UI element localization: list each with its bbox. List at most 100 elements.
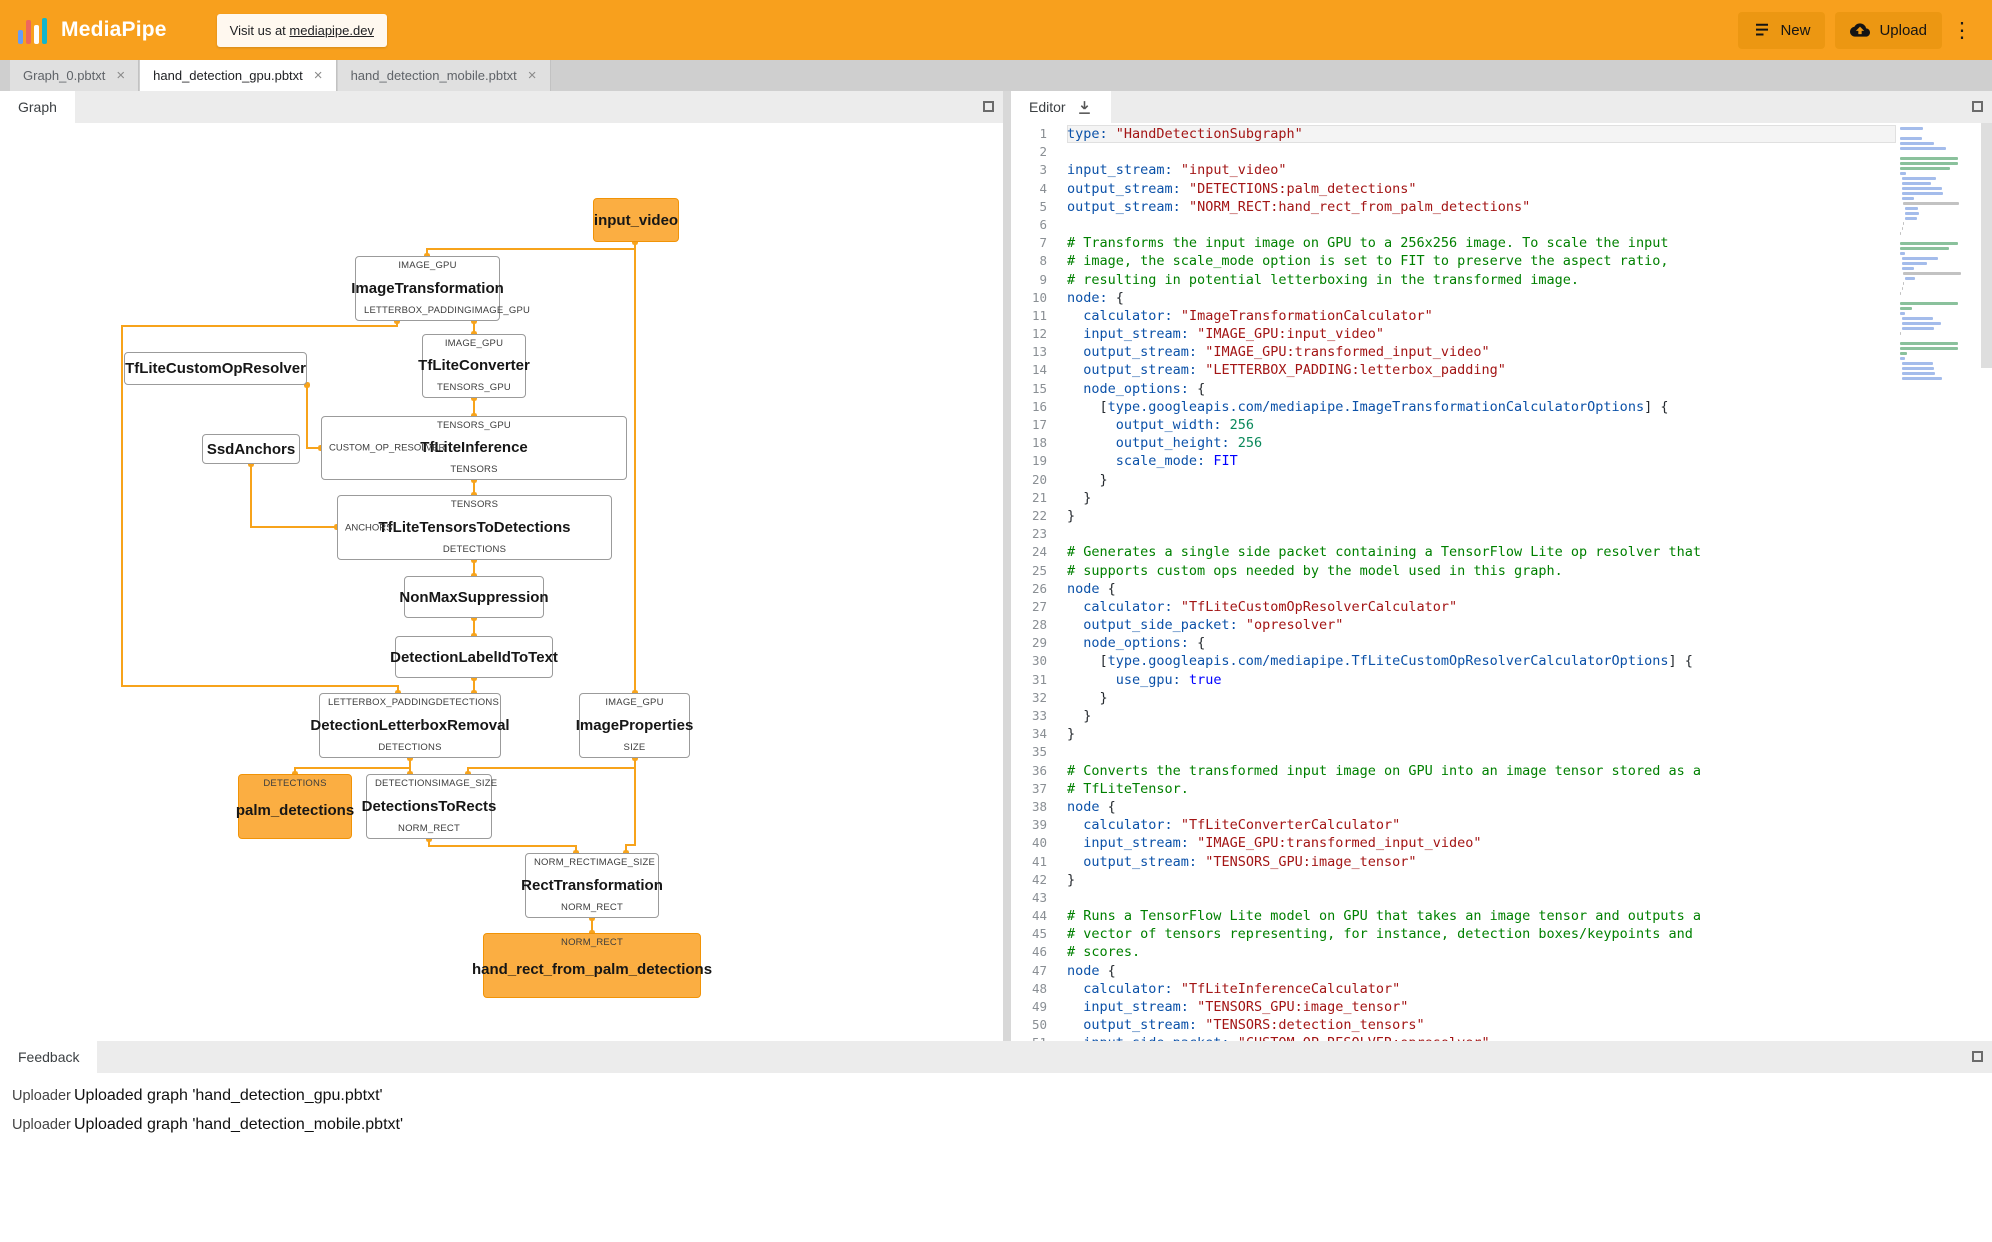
upload-button[interactable]: Upload <box>1835 11 1942 49</box>
code-line-51[interactable]: 51 input_side_packet: "CUSTOM_OP_RESOLVE… <box>1011 1034 1896 1041</box>
code-line-21[interactable]: 21 } <box>1011 489 1896 507</box>
file-tab-hand-detection-gpu[interactable]: hand_detection_gpu.pbtxt × <box>140 60 337 91</box>
code-line-1[interactable]: 1 type: "HandDetectionSubgraph" <box>1011 125 1896 144</box>
file-tab-hand-detection-mobile[interactable]: hand_detection_mobile.pbtxt × <box>337 60 551 91</box>
code-line-41[interactable]: 41 output_stream: "TENSORS_GPU:image_ten… <box>1011 853 1896 871</box>
code-line-38[interactable]: 38 node { <box>1011 798 1896 816</box>
code-line-6[interactable]: 6 <box>1011 216 1896 234</box>
graph-node-tflite-inference[interactable]: TENSORS_GPU CUSTOM_OP_RESOLVER TfLiteInf… <box>321 416 627 480</box>
graph-node-input-video[interactable]: input_video <box>593 198 679 242</box>
graph-node-non-max-suppression[interactable]: NonMaxSuppression <box>399 576 549 618</box>
code-line-46[interactable]: 46 # scores. <box>1011 943 1896 961</box>
code-line-25[interactable]: 25 # supports custom ops needed by the mo… <box>1011 562 1896 580</box>
line-number: 45 <box>1031 926 1047 942</box>
graph-node-tflite-custom-op-resolver[interactable]: TfLiteCustomOpResolver <box>124 352 307 385</box>
code-line-32[interactable]: 32 } <box>1011 689 1896 707</box>
node-title: ImageTransformation <box>351 279 504 297</box>
code-line-8[interactable]: 8 # image, the scale_mode option is set t… <box>1011 252 1896 270</box>
code-line-20[interactable]: 20 } <box>1011 471 1896 489</box>
editor-panel-strip: Editor <box>1011 91 1992 123</box>
node-title: DetectionsToRects <box>361 797 497 815</box>
code-line-4[interactable]: 4 output_stream: "DETECTIONS:palm_detecti… <box>1011 180 1896 198</box>
graph-node-rect-transformation[interactable]: NORM_RECT IMAGE_SIZE RectTransformation … <box>521 853 663 918</box>
code-line-35[interactable]: 35 <box>1011 743 1896 761</box>
code-line-19[interactable]: 19 scale_mode: FIT <box>1011 452 1896 470</box>
expand-editor-panel-icon[interactable] <box>1972 101 1983 112</box>
graph-tab[interactable]: Graph <box>0 91 75 123</box>
expand-graph-panel-icon[interactable] <box>983 101 994 112</box>
graph-node-detection-letterbox-removal[interactable]: LETTERBOX_PADDING DETECTIONS DetectionLe… <box>310 693 510 758</box>
code-line-24[interactable]: 24 # Generates a single side packet conta… <box>1011 543 1896 561</box>
editor-code[interactable]: 1 type: "HandDetectionSubgraph" 2 3 input_st… <box>1011 123 1992 1041</box>
code-line-27[interactable]: 27 calculator: "TfLiteCustomOpResolverCa… <box>1011 598 1896 616</box>
code-line-14[interactable]: 14 output_stream: "LETTERBOX_PADDING:let… <box>1011 361 1896 379</box>
code-line-9[interactable]: 9 # resulting in potential letterboxing i… <box>1011 271 1896 289</box>
graph-node-hand-rect-from-palm-detections[interactable]: NORM_RECT hand_rect_from_palm_detections <box>472 933 712 998</box>
code-line-7[interactable]: 7 # Transforms the input image on GPU to … <box>1011 234 1896 252</box>
code-line-13[interactable]: 13 output_stream: "IMAGE_GPU:transformed… <box>1011 343 1896 361</box>
download-graph-icon[interactable] <box>1076 99 1093 116</box>
code-line-26[interactable]: 26 node { <box>1011 580 1896 598</box>
code-line-17[interactable]: 17 output_width: 256 <box>1011 416 1896 434</box>
visit-link[interactable]: mediapipe.dev <box>289 23 374 38</box>
code-line-34[interactable]: 34} <box>1011 725 1896 743</box>
code-line-2[interactable]: 2 <box>1011 143 1896 161</box>
editor-scrollbar[interactable] <box>1981 123 1992 1041</box>
code-line-18[interactable]: 18 output_height: 256 <box>1011 434 1896 452</box>
code-line-45[interactable]: 45 # vector of tensors representing, for … <box>1011 925 1896 943</box>
code-line-3[interactable]: 3 input_stream: "input_video" <box>1011 161 1896 179</box>
code-line-40[interactable]: 40 input_stream: "IMAGE_GPU:transformed_… <box>1011 834 1896 852</box>
editor-scrollbar-thumb[interactable] <box>1981 123 1992 368</box>
editor-tab[interactable]: Editor <box>1011 91 1111 123</box>
code-line-15[interactable]: 15 node_options: { <box>1011 380 1896 398</box>
code-line-22[interactable]: 22} <box>1011 507 1896 525</box>
more-menu-icon[interactable]: ⋮ <box>1950 18 1974 43</box>
expand-feedback-panel-icon[interactable] <box>1972 1051 1983 1062</box>
code-line-47[interactable]: 47 node { <box>1011 962 1896 980</box>
graph-canvas[interactable]: input_video IMAGE_GPU ImageTransformatio… <box>0 123 1003 1041</box>
feedback-tab-label: Feedback <box>18 1049 80 1065</box>
graph-node-image-properties[interactable]: IMAGE_GPU ImageProperties SIZE <box>576 693 693 758</box>
code-line-49[interactable]: 49 input_stream: "TENSORS_GPU:image_tens… <box>1011 998 1896 1016</box>
code-line-29[interactable]: 29 node_options: { <box>1011 634 1896 652</box>
graph-node-detections-to-rects[interactable]: DETECTIONS IMAGE_SIZE DetectionsToRects … <box>361 774 497 839</box>
code-text: # resulting in potential letterboxing in… <box>1067 271 1580 288</box>
code-line-31[interactable]: 31 use_gpu: true <box>1011 671 1896 689</box>
code-line-28[interactable]: 28 output_side_packet: "opresolver" <box>1011 616 1896 634</box>
close-tab-icon[interactable]: × <box>528 68 537 83</box>
code-line-42[interactable]: 42} <box>1011 871 1896 889</box>
close-tab-icon[interactable]: × <box>116 68 125 83</box>
code-line-37[interactable]: 37 # TfLiteTensor. <box>1011 780 1896 798</box>
close-tab-icon[interactable]: × <box>314 68 323 83</box>
code-line-12[interactable]: 12 input_stream: "IMAGE_GPU:input_video" <box>1011 325 1896 343</box>
code-line-11[interactable]: 11 calculator: "ImageTransformationCalcu… <box>1011 307 1896 325</box>
code-line-43[interactable]: 43 <box>1011 889 1896 907</box>
graph-node-ssd-anchors[interactable]: SsdAnchors <box>202 434 300 464</box>
code-line-10[interactable]: 10 node: { <box>1011 289 1896 307</box>
code-line-33[interactable]: 33 } <box>1011 707 1896 725</box>
line-number: 47 <box>1031 962 1047 978</box>
port-label: DETECTIONS <box>375 778 439 789</box>
code-line-50[interactable]: 50 output_stream: "TENSORS:detection_ten… <box>1011 1016 1896 1034</box>
graph-node-palm-detections[interactable]: DETECTIONS palm_detections <box>236 774 354 839</box>
code-line-30[interactable]: 30 [type.googleapis.com/mediapipe.TfLite… <box>1011 652 1896 670</box>
code-line-5[interactable]: 5 output_stream: "NORM_RECT:hand_rect_fro… <box>1011 198 1896 216</box>
feedback-tab[interactable]: Feedback <box>0 1041 98 1073</box>
code-line-39[interactable]: 39 calculator: "TfLiteConverterCalculato… <box>1011 816 1896 834</box>
graph-node-tflite-tensors-to-detections[interactable]: TENSORS ANCHORS TfLiteTensorsToDetection… <box>337 495 612 560</box>
code-line-36[interactable]: 36 # Converts the transformed input image… <box>1011 762 1896 780</box>
code-line-44[interactable]: 44 # Runs a TensorFlow Lite model on GPU … <box>1011 907 1896 925</box>
graph-node-detection-label-id-to-text[interactable]: DetectionLabelIdToText <box>390 636 558 678</box>
new-button[interactable]: New <box>1738 11 1826 49</box>
line-number: 1 <box>1039 126 1047 141</box>
line-number: 29 <box>1031 635 1047 651</box>
code-line-48[interactable]: 48 calculator: "TfLiteInferenceCalculato… <box>1011 980 1896 998</box>
file-tab-graph-0[interactable]: Graph_0.pbtxt × <box>10 60 140 91</box>
file-tab-label: hand_detection_gpu.pbtxt <box>153 68 303 83</box>
code-line-23[interactable]: 23 <box>1011 525 1896 543</box>
editor-minimap[interactable] <box>1900 127 1970 382</box>
line-number: 4 <box>1039 180 1047 196</box>
graph-node-image-transformation[interactable]: IMAGE_GPU ImageTransformation LETTERBOX_… <box>351 256 530 321</box>
code-line-16[interactable]: 16 [type.googleapis.com/mediapipe.ImageT… <box>1011 398 1896 416</box>
graph-node-tflite-converter[interactable]: IMAGE_GPU TfLiteConverter TENSORS_GPU <box>418 334 530 398</box>
